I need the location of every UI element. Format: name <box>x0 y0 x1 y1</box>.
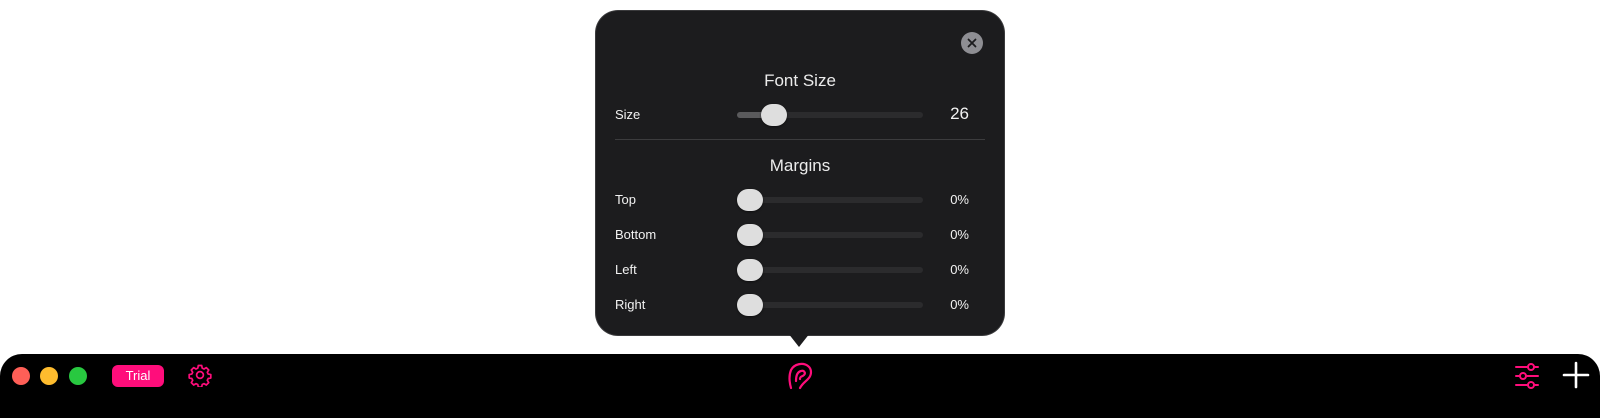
ear-icon[interactable] <box>786 361 814 391</box>
margin-row-left: Left 0% <box>596 257 1004 283</box>
margin-top-slider[interactable] <box>737 187 923 213</box>
gear-icon[interactable] <box>188 363 212 387</box>
font-size-value: 26 <box>950 104 969 123</box>
display-settings-popover: Font Size Size 26 Margins Top 0% Bottom … <box>596 11 1004 335</box>
slider-thumb[interactable] <box>737 294 763 316</box>
window-minimize-button[interactable] <box>40 367 58 385</box>
margin-row-top: Top 0% <box>596 187 1004 213</box>
margin-top-value: 0% <box>950 192 969 207</box>
window-close-button[interactable] <box>12 367 30 385</box>
margin-right-label: Right <box>615 297 646 312</box>
bottom-toolbar: Trial <box>0 354 1600 418</box>
font-size-slider[interactable] <box>737 102 923 128</box>
margin-left-slider[interactable] <box>737 257 923 283</box>
margins-title: Margins <box>769 156 831 175</box>
slider-thumb[interactable] <box>737 259 763 281</box>
section-divider <box>615 139 985 140</box>
font-size-title: Font Size <box>764 71 836 90</box>
sliders-icon[interactable] <box>1514 362 1540 390</box>
margin-right-value: 0% <box>950 297 969 312</box>
slider-track <box>737 197 923 203</box>
close-x-icon <box>967 38 977 48</box>
slider-thumb[interactable] <box>761 104 787 126</box>
font-size-row: Size 26 <box>596 102 1004 128</box>
popover-arrow <box>788 333 810 347</box>
plus-icon[interactable] <box>1562 361 1590 389</box>
margin-row-bottom: Bottom 0% <box>596 222 1004 248</box>
margin-left-value: 0% <box>950 262 969 277</box>
slider-track <box>737 302 923 308</box>
margin-right-slider[interactable] <box>737 292 923 318</box>
margin-bottom-label: Bottom <box>615 227 657 242</box>
slider-track <box>737 232 923 238</box>
slider-track <box>737 267 923 273</box>
margin-top-label: Top <box>615 192 636 207</box>
close-button[interactable] <box>961 32 983 54</box>
margin-left-label: Left <box>615 262 637 277</box>
size-label: Size <box>615 107 641 122</box>
trial-badge-button[interactable]: Trial <box>112 365 164 387</box>
window-zoom-button[interactable] <box>69 367 87 385</box>
slider-thumb[interactable] <box>737 189 763 211</box>
slider-thumb[interactable] <box>737 224 763 246</box>
margin-bottom-slider[interactable] <box>737 222 923 248</box>
margin-row-right: Right 0% <box>596 292 1004 318</box>
margin-bottom-value: 0% <box>950 227 969 242</box>
